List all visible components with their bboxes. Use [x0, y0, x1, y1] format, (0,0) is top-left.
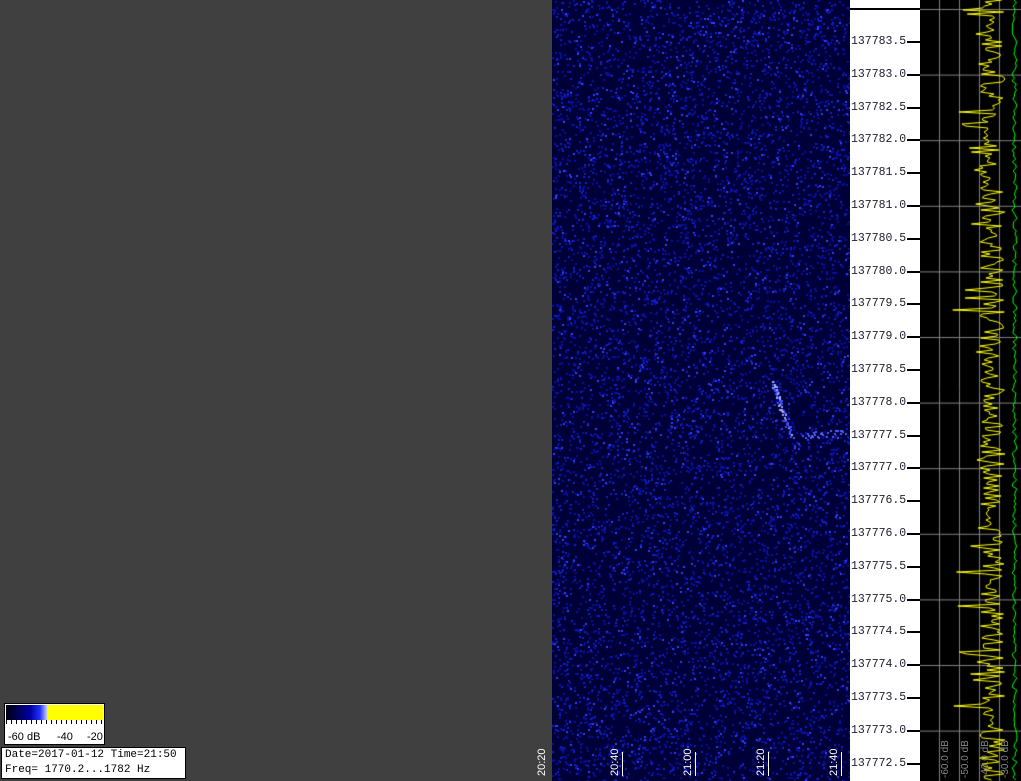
freq-tick — [907, 238, 920, 240]
freq-tick — [907, 41, 920, 43]
freq-label: 137776.0 — [851, 528, 906, 540]
freq-label: 137774.0 — [851, 659, 906, 671]
time-label: 21:20 — [755, 748, 767, 776]
time-label: 20:20 — [536, 748, 548, 776]
color-scale-bar — [6, 705, 103, 720]
freq-label: 137780.0 — [851, 266, 906, 278]
freq-label: 137780.5 — [851, 233, 906, 245]
color-scale-ticks — [6, 720, 103, 728]
legend-label-mid: -40 — [57, 731, 73, 743]
freq-tick — [907, 533, 920, 535]
freq-tick — [907, 435, 920, 437]
legend-label-max: -20 — [87, 731, 103, 743]
time-tick — [622, 752, 623, 776]
freq-label: 137778.0 — [851, 397, 906, 409]
freq-label: 137772.5 — [851, 758, 906, 770]
freq-tick — [907, 271, 920, 273]
freq-tick — [907, 566, 920, 568]
freq-tick — [907, 697, 920, 699]
freq-label: 137773.0 — [851, 725, 906, 737]
freq-label: 137781.0 — [851, 200, 906, 212]
freq-label: 137779.0 — [851, 331, 906, 343]
freq-tick — [907, 303, 920, 305]
freq-tick — [850, 8, 920, 10]
time-label: 21:00 — [682, 748, 694, 776]
spectrum-panel[interactable] — [920, 0, 1021, 781]
freq-tick — [907, 664, 920, 666]
freq-tick — [907, 107, 920, 109]
freq-tick — [907, 74, 920, 76]
freq-label: 137775.0 — [851, 594, 906, 606]
empty-display-area — [0, 0, 552, 781]
freq-tick — [907, 631, 920, 633]
freq-tick — [907, 369, 920, 371]
db-label: -60.0 dB — [940, 740, 951, 778]
freq-tick — [907, 205, 920, 207]
freq-tick — [907, 599, 920, 601]
freq-tick — [907, 402, 920, 404]
color-scale-legend: -60 dB -40 -20 — [4, 703, 105, 745]
freq-tick — [907, 763, 920, 765]
db-label: -30.0 dB — [1000, 740, 1011, 778]
date-time-text: Date=2017-01-12 Time=21:50 — [5, 748, 185, 763]
freq-tick — [907, 730, 920, 732]
freq-label: 137773.5 — [851, 692, 906, 704]
freq-tick — [907, 467, 920, 469]
freq-label: 137782.5 — [851, 102, 906, 114]
legend-label-min: -60 dB — [8, 731, 40, 743]
freq-label: 137779.5 — [851, 298, 906, 310]
frequency-axis: 137783.5 137783.0 137782.5 137782.0 137781.5… — [850, 0, 920, 781]
time-tick — [841, 752, 842, 776]
freq-tick — [907, 500, 920, 502]
freq-label: 137775.5 — [851, 561, 906, 573]
freq-label: 137774.5 — [851, 626, 906, 638]
time-label: 20:40 — [609, 748, 621, 776]
freq-label: 137777.5 — [851, 430, 906, 442]
time-label: 21:40 — [828, 748, 840, 776]
freq-label: 137783.0 — [851, 69, 906, 81]
freq-tick — [907, 336, 920, 338]
freq-label: 137781.5 — [851, 167, 906, 179]
freq-label: 137777.0 — [851, 462, 906, 474]
freq-label: 137783.5 — [851, 36, 906, 48]
freq-label: 137778.5 — [851, 364, 906, 376]
freq-label: 137776.5 — [851, 495, 906, 507]
time-tick — [695, 752, 696, 776]
freq-tick — [907, 139, 920, 141]
freq-tick — [907, 172, 920, 174]
waterfall-display[interactable] — [552, 0, 850, 781]
info-box: Date=2017-01-12 Time=21:50 Freq= 1770.2.… — [1, 747, 186, 779]
db-label: -40.0 dB — [980, 740, 991, 778]
frequency-range-text: Freq= 1770.2...1782 Hz — [5, 763, 185, 778]
freq-label: 137782.0 — [851, 134, 906, 146]
db-label: -50.0 dB — [960, 740, 971, 778]
time-tick — [768, 752, 769, 776]
